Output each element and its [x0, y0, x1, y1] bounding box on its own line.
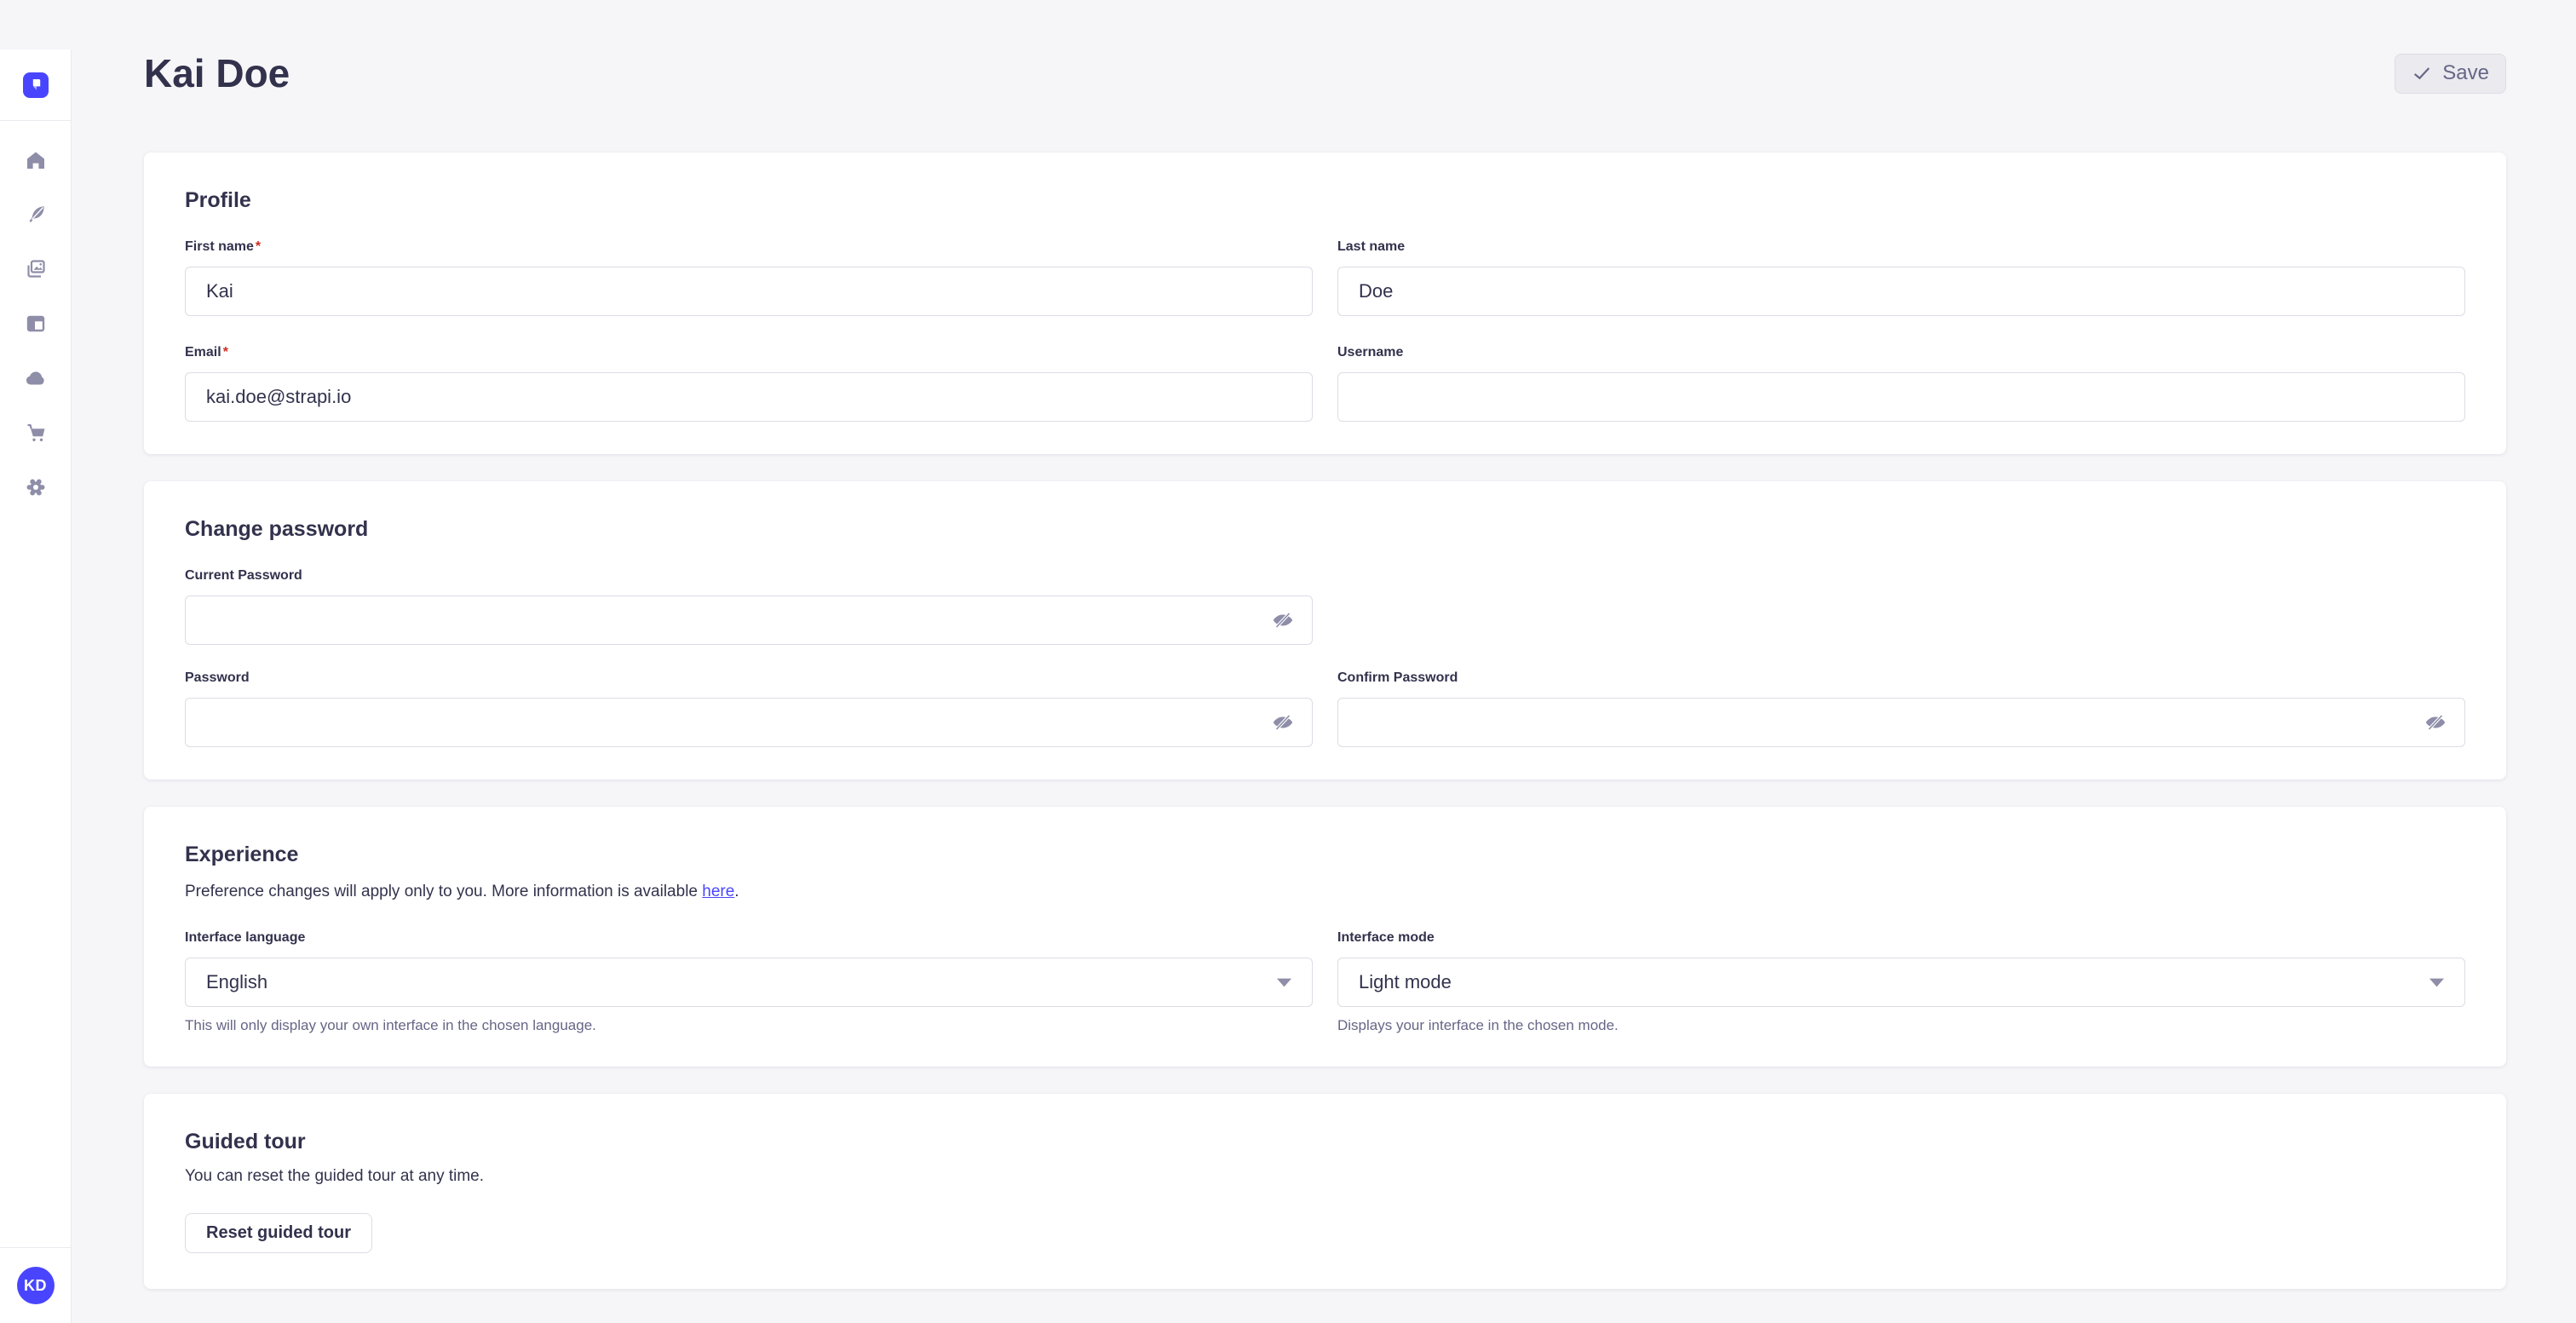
sidebar-header — [0, 49, 71, 121]
sidebar-item-content-type-builder[interactable] — [17, 305, 55, 342]
reset-guided-tour-button[interactable]: Reset guided tour — [185, 1213, 372, 1253]
last-name-input[interactable] — [1337, 267, 2465, 316]
grid-spacer — [1337, 568, 2465, 645]
profile-field-grid: First name* Last name Email* — [185, 239, 2465, 422]
first-name-label: First name* — [185, 239, 1313, 255]
guided-tour-heading: Guided tour — [185, 1130, 2465, 1154]
interface-language-label: Interface language — [185, 930, 1313, 946]
experience-field-grid: Interface language English This will onl… — [185, 930, 2465, 1034]
interface-mode-field-group: Interface mode Light mode Displays your … — [1337, 930, 2465, 1034]
current-password-input[interactable] — [185, 595, 1313, 645]
new-password-field-group: Password — [185, 670, 1313, 747]
interface-mode-value: Light mode — [1359, 971, 1452, 993]
experience-description: Preference changes will apply only to yo… — [185, 883, 2465, 901]
chevron-down-icon — [1277, 978, 1291, 987]
cart-icon — [25, 422, 47, 444]
strapi-logo[interactable] — [23, 72, 49, 98]
change-password-heading: Change password — [185, 517, 2465, 542]
home-icon — [25, 149, 47, 171]
confirm-password-field-group: Confirm Password — [1337, 670, 2465, 747]
new-password-label: Password — [185, 670, 1313, 686]
username-label: Username — [1337, 345, 2465, 360]
user-avatar[interactable]: KD — [17, 1267, 55, 1304]
interface-language-field-group: Interface language English This will onl… — [185, 930, 1313, 1034]
main-content: Kai Doe Save Profile First name* — [72, 49, 2576, 1289]
sidebar-footer: KD — [0, 1247, 71, 1323]
sidebar-item-home[interactable] — [17, 141, 55, 179]
page-header: Kai Doe Save — [144, 49, 2506, 97]
check-icon — [2412, 63, 2432, 83]
strapi-logo-icon — [26, 74, 45, 95]
new-password-input[interactable] — [185, 698, 1313, 747]
interface-language-select[interactable]: English — [185, 958, 1313, 1007]
sidebar: KD — [0, 49, 72, 1323]
sidebar-item-marketplace[interactable] — [17, 414, 55, 452]
sidebar-item-cloud[interactable] — [17, 360, 55, 397]
chevron-down-icon — [2429, 978, 2444, 987]
email-label: Email* — [185, 345, 1313, 360]
settings-cards: Profile First name* Last name Email — [144, 152, 2506, 1289]
email-input[interactable] — [185, 372, 1313, 422]
required-asterisk: * — [223, 345, 228, 360]
confirm-password-label: Confirm Password — [1337, 670, 2465, 686]
page-title: Kai Doe — [144, 50, 290, 96]
profile-heading: Profile — [185, 188, 2465, 213]
sidebar-item-settings[interactable] — [17, 469, 55, 506]
eye-slash-icon — [2424, 711, 2447, 733]
confirm-password-input[interactable] — [1337, 698, 2465, 747]
layout-icon — [25, 313, 47, 335]
required-asterisk: * — [256, 239, 261, 254]
gear-icon — [25, 476, 47, 498]
interface-mode-hint: Displays your interface in the chosen mo… — [1337, 1017, 2465, 1034]
current-password-field-group: Current Password — [185, 568, 1313, 645]
eye-slash-icon — [1272, 609, 1294, 631]
experience-card: Experience Preference changes will apply… — [144, 807, 2506, 1067]
guided-tour-text: You can reset the guided tour at any tim… — [185, 1167, 2465, 1186]
confirm-password-input-wrap — [1337, 698, 2465, 747]
password-field-grid: Current Password — [185, 568, 2465, 747]
sidebar-item-content-manager[interactable] — [17, 196, 55, 233]
experience-heading: Experience — [185, 843, 2465, 867]
more-information-link[interactable]: here — [702, 883, 734, 900]
guided-tour-card: Guided tour You can reset the guided tou… — [144, 1094, 2506, 1289]
current-password-label: Current Password — [185, 568, 1313, 584]
new-password-input-wrap — [185, 698, 1313, 747]
interface-language-hint: This will only display your own interfac… — [185, 1017, 1313, 1034]
sidebar-nav — [0, 121, 71, 506]
username-field-group: Username — [1337, 345, 2465, 422]
eye-slash-icon — [1272, 711, 1294, 733]
feather-icon — [25, 204, 47, 226]
toggle-new-password-visibility-button[interactable] — [1268, 708, 1297, 737]
toggle-confirm-password-visibility-button[interactable] — [2421, 708, 2450, 737]
profile-card: Profile First name* Last name Email — [144, 152, 2506, 454]
interface-mode-label: Interface mode — [1337, 930, 2465, 946]
last-name-label: Last name — [1337, 239, 2465, 255]
toggle-current-password-visibility-button[interactable] — [1268, 606, 1297, 635]
first-name-input[interactable] — [185, 267, 1313, 316]
current-password-input-wrap — [185, 595, 1313, 645]
interface-language-value: English — [206, 971, 267, 993]
change-password-card: Change password Current Password — [144, 481, 2506, 779]
save-button[interactable]: Save — [2395, 54, 2506, 94]
interface-mode-select[interactable]: Light mode — [1337, 958, 2465, 1007]
cloud-icon — [24, 367, 48, 389]
first-name-field-group: First name* — [185, 239, 1313, 316]
sidebar-item-media-library[interactable] — [17, 250, 55, 288]
email-field-group: Email* — [185, 345, 1313, 422]
save-button-label: Save — [2442, 61, 2489, 85]
images-icon — [25, 258, 47, 280]
last-name-field-group: Last name — [1337, 239, 2465, 316]
username-input[interactable] — [1337, 372, 2465, 422]
